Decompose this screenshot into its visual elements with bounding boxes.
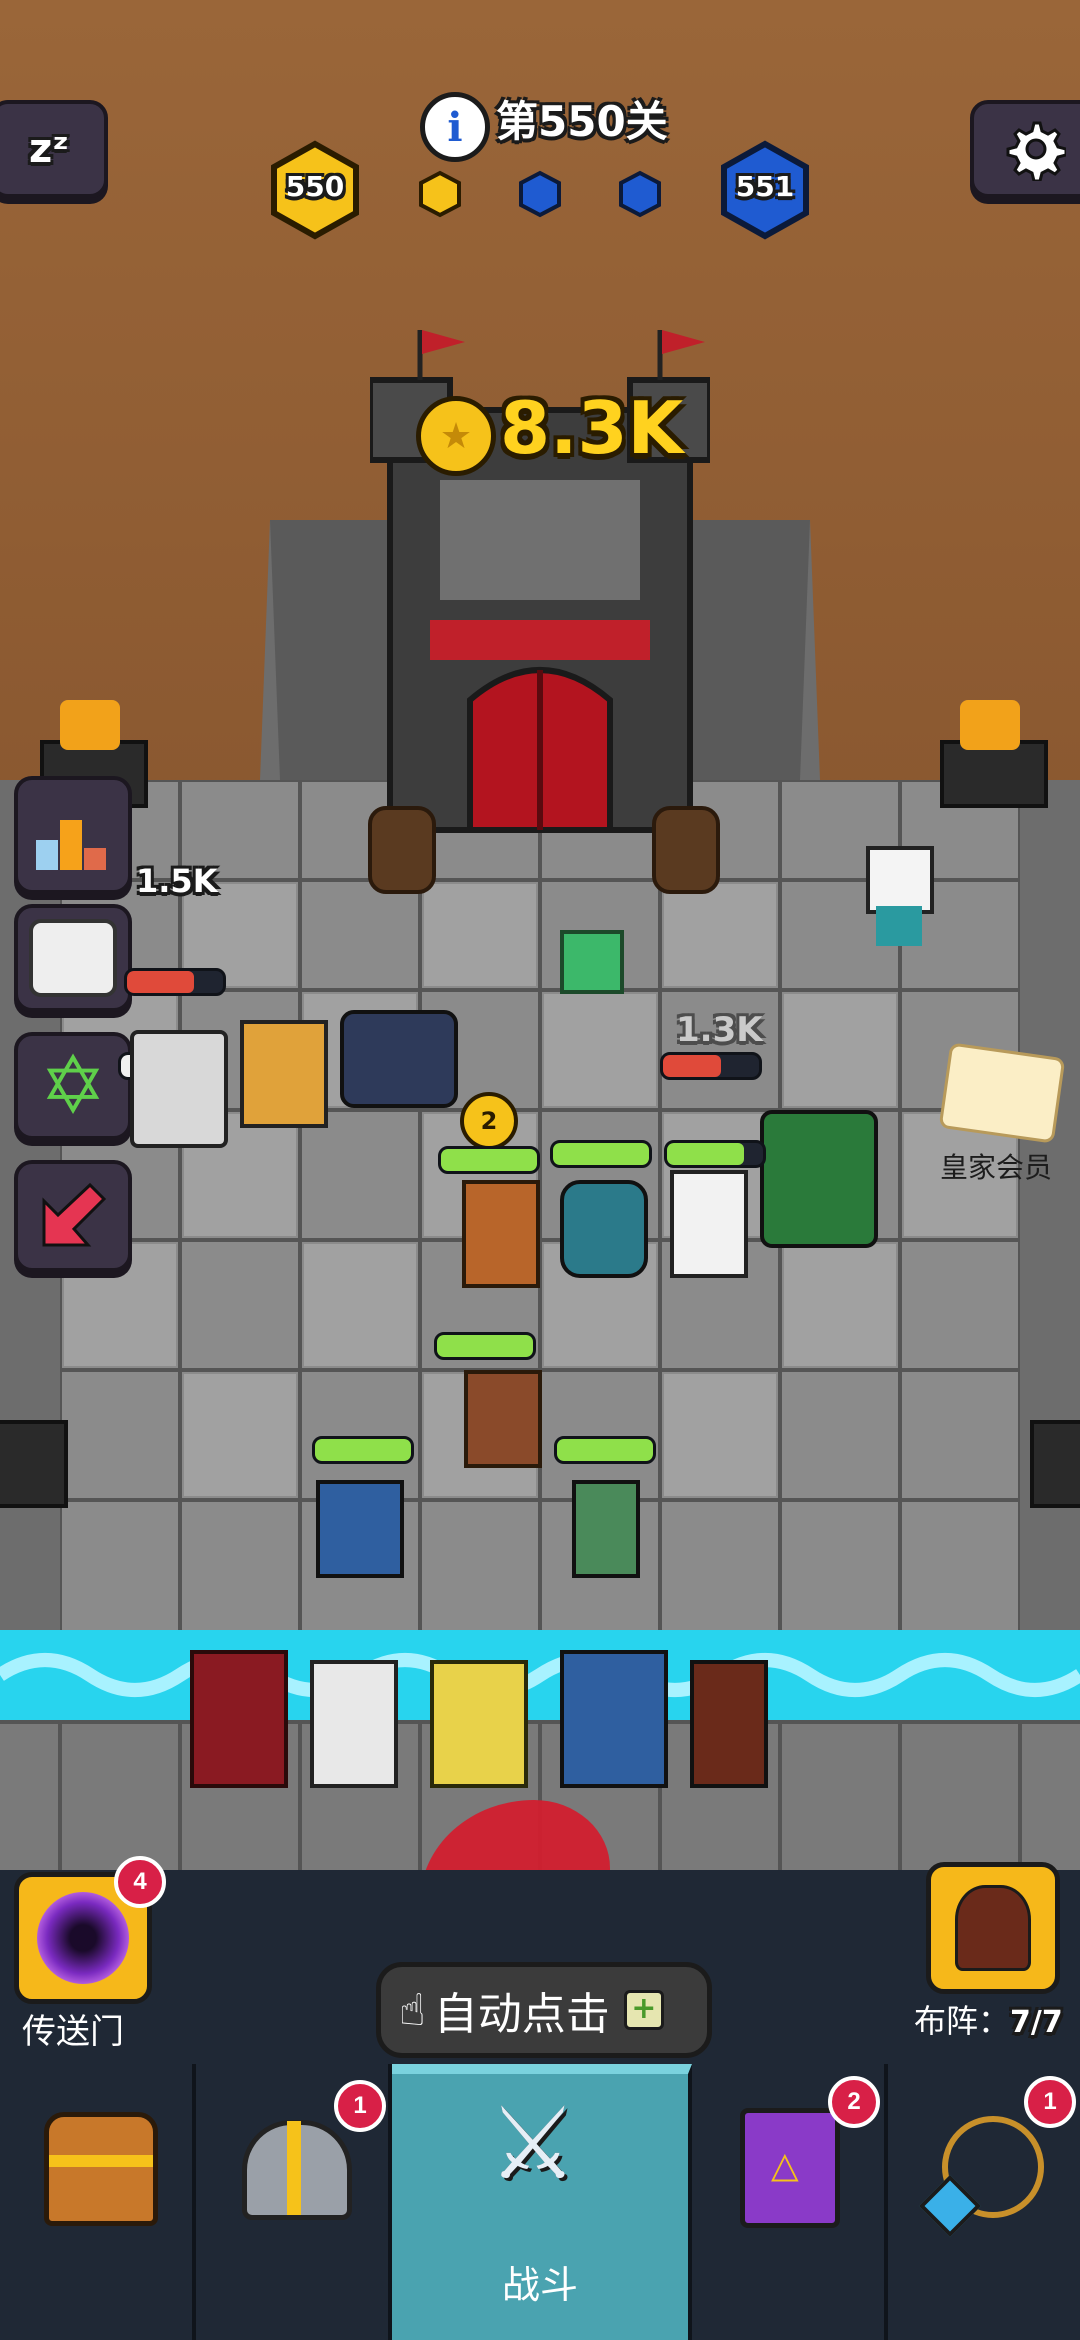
fire-brazier (1030, 1420, 1080, 1508)
scroll-icon (29, 919, 117, 997)
fire-brazier (940, 740, 1048, 808)
bench-hero[interactable] (690, 1660, 768, 1788)
crossed-swords-icon: ⚔ (488, 2085, 578, 2202)
hero-health-bar (554, 1436, 656, 1464)
enemy-unit (866, 846, 934, 914)
portal-label: 传送门 (22, 2012, 124, 2052)
treasure-chest-icon (44, 2112, 158, 2226)
spellbook-tab-badge: 2 (828, 2076, 880, 2128)
enemy-unit (876, 906, 922, 946)
leaderboard-button[interactable] (14, 776, 132, 894)
progress-dot-hex (418, 170, 462, 222)
enemy-unit (760, 1110, 878, 1248)
next-level-hex: 551 (720, 140, 810, 240)
bench-hero[interactable] (560, 1650, 668, 1788)
amulet-tab-badge: 1 (1024, 2076, 1076, 2128)
formation-label: 布阵：7/7 (914, 2002, 1063, 2040)
royal-member-button[interactable] (938, 1042, 1066, 1144)
side-value: 1.5K (136, 862, 218, 900)
sleep-zzz-icon: zᶻ (29, 126, 69, 172)
hexagram-button[interactable]: ✡ (14, 1032, 132, 1140)
progress-dot-hex (618, 170, 662, 222)
enemy-health-bar (660, 1052, 762, 1080)
sleep-button[interactable]: zᶻ (0, 100, 108, 198)
tab-amulet[interactable]: 1 (888, 2064, 1080, 2340)
hero-health-bar (550, 1140, 652, 1168)
tab-chest[interactable] (0, 2064, 196, 2340)
hero-unit[interactable] (560, 1180, 648, 1278)
bench-hero[interactable] (190, 1650, 288, 1788)
auto-click-button[interactable]: ☝ 自动点击 + (376, 1962, 712, 2058)
viking-helmet-icon (242, 2120, 352, 2220)
tab-battle[interactable]: ⚔ 战斗 (392, 2064, 692, 2340)
hero-unit[interactable] (464, 1370, 542, 1468)
enemy-unit (560, 930, 624, 994)
royal-member-label: 皇家会员 (940, 1151, 1053, 1184)
progress-dot-hex (518, 170, 562, 222)
fire-icon (60, 700, 120, 750)
barrel (652, 806, 720, 894)
arrow-down-left-icon (42, 1182, 107, 1247)
enemy-health-bar (124, 968, 226, 996)
portal-badge: 4 (114, 1856, 166, 1908)
auto-click-label: 自动点击 (433, 1989, 610, 2040)
fire-icon (960, 700, 1020, 750)
tab-heroes[interactable]: 1 (196, 2064, 392, 2340)
enemy-unit (240, 1020, 328, 1128)
tab-spellbook[interactable]: △ 2 (692, 2064, 888, 2340)
hero-health-bar (434, 1332, 536, 1360)
hero-unit[interactable] (572, 1480, 640, 1578)
portal-icon (37, 1892, 129, 1984)
hexagram-icon: ✡ (39, 1039, 107, 1132)
floating-damage: 1.3K (676, 1010, 763, 1050)
plus-icon: + (623, 1990, 664, 2030)
hero-unit[interactable] (462, 1180, 540, 1288)
hero-health-bar (438, 1146, 540, 1174)
gear-icon (1006, 121, 1066, 181)
hero-health-bar (312, 1436, 414, 1464)
formation-button[interactable] (926, 1862, 1060, 1994)
spellbook-icon: △ (740, 2108, 840, 2228)
enemy-unit (130, 1030, 228, 1148)
level-info-icon[interactable]: i (420, 92, 490, 162)
star-level-badge: 2 (460, 1092, 518, 1150)
hand-pointer-icon: ☝ (399, 1984, 426, 2036)
hero-unit[interactable] (316, 1480, 404, 1578)
fire-brazier (0, 1420, 68, 1508)
coin-icon: ★ (416, 396, 496, 476)
hero-health-bar (664, 1140, 766, 1168)
quest-scroll-button[interactable] (14, 904, 132, 1012)
heroes-tab-badge: 1 (334, 2080, 386, 2132)
river (0, 1630, 1080, 1720)
boost-arrow-button[interactable] (14, 1160, 132, 1272)
bench-hero[interactable] (310, 1660, 398, 1788)
enemy-dragon (340, 1010, 458, 1108)
tab-battle-label: 战斗 (501, 2263, 578, 2307)
barrel (368, 806, 436, 894)
podium-icon (36, 810, 106, 870)
hero-portrait-icon (955, 1885, 1031, 1971)
settings-button[interactable] (970, 100, 1080, 198)
bench-hero[interactable] (430, 1660, 528, 1788)
hero-unit[interactable] (670, 1170, 748, 1278)
coin-count: 8.3K (500, 386, 684, 470)
level-title: 第550关 (496, 97, 668, 146)
current-level-hex: 550 (270, 140, 360, 240)
